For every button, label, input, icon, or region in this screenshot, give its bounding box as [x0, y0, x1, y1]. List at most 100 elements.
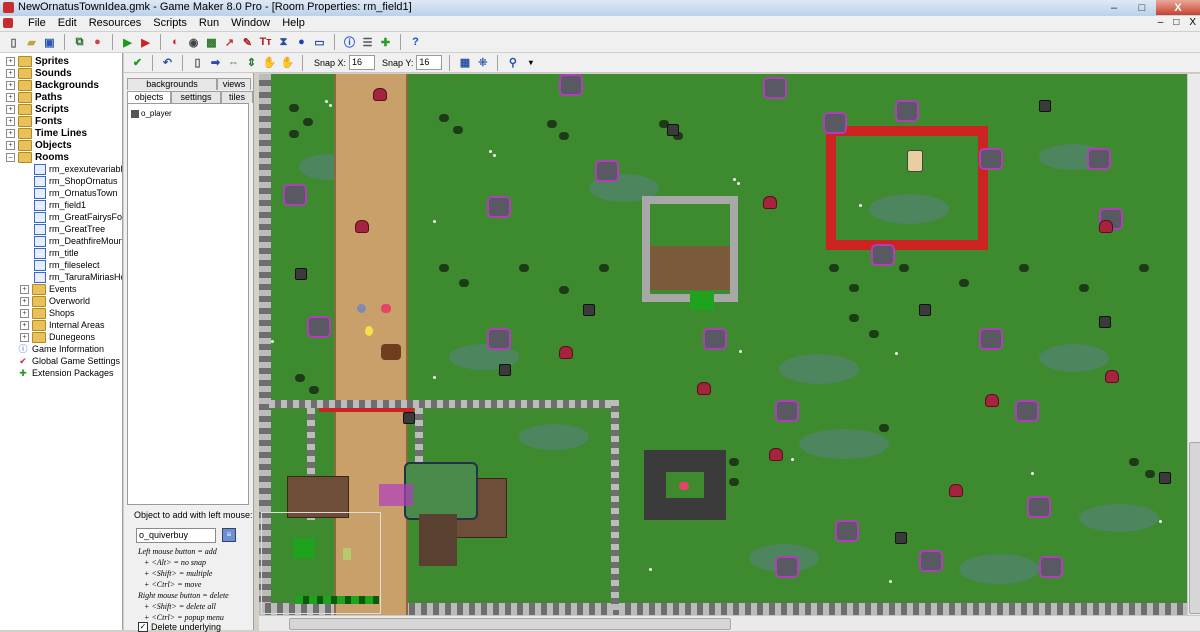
minimize-button[interactable]: – — [1100, 0, 1128, 15]
tree-fonts[interactable]: + Fonts — [6, 115, 62, 127]
tree-global-settings[interactable]: ✔ Global Game Settings — [18, 355, 120, 367]
tree-room-item[interactable]: rm_DeathfireMounta — [34, 235, 122, 247]
tree-scripts[interactable]: + Scripts — [6, 103, 69, 115]
tab-tiles[interactable]: tiles — [221, 91, 253, 103]
tree-game-information[interactable]: ⓘ Game Information — [18, 343, 104, 355]
vertical-scrollbar[interactable] — [1187, 74, 1200, 615]
mdi-restore-button[interactable]: □ — [1173, 17, 1179, 28]
tree-room-item[interactable]: rm_ShopOrnatus — [34, 175, 118, 187]
zoom-icon[interactable]: ⚲ — [505, 55, 520, 70]
tree-sounds[interactable]: + Sounds — [6, 67, 72, 79]
tree-room-item[interactable]: rm_GreatTree — [34, 223, 105, 235]
mdi-close-button[interactable]: X — [1189, 17, 1196, 28]
unlock-instances-icon[interactable]: ✋ — [280, 55, 295, 70]
sound-icon[interactable]: ◉ — [186, 35, 201, 50]
tree-room-item[interactable]: rm_GreatFairysFoun — [34, 211, 122, 223]
tree-sprites[interactable]: + Sprites — [6, 55, 69, 67]
game-info-icon[interactable]: ⓘ — [342, 35, 357, 50]
tree-room-group[interactable]: + Shops — [20, 307, 75, 319]
object-menu-icon[interactable]: ≡ — [222, 528, 236, 542]
document-icon[interactable] — [3, 18, 13, 28]
instance-entry[interactable]: o_player — [131, 109, 172, 118]
create-executable-icon[interactable]: ⧉ — [72, 35, 87, 50]
tree-room-group[interactable]: + Dunegeons — [20, 331, 95, 343]
close-button[interactable]: X — [1156, 0, 1200, 15]
sort-x-icon[interactable]: ⇔ — [226, 55, 241, 70]
iso-grid-icon[interactable]: ⁜ — [475, 55, 490, 70]
extension-icon[interactable]: ✚ — [378, 35, 393, 50]
background-icon[interactable]: ▩ — [204, 35, 219, 50]
folder-icon — [18, 91, 32, 103]
undo-icon[interactable]: ↶ — [160, 55, 175, 70]
room-canvas[interactable] — [259, 74, 1187, 615]
instance-list[interactable]: o_player — [127, 103, 249, 505]
horizontal-scrollbar[interactable] — [259, 615, 1200, 631]
lock-instances-icon[interactable]: ✋ — [262, 55, 277, 70]
sprite-icon[interactable]: ◐ — [168, 35, 183, 50]
tree-room-item[interactable]: rm_exexutevariables — [34, 163, 122, 175]
heart-icon — [381, 304, 391, 313]
shift-icon[interactable]: ➡ — [208, 55, 223, 70]
tree-extension-packages[interactable]: ✚ Extension Packages — [18, 367, 113, 379]
room-icon[interactable]: ▭ — [312, 35, 327, 50]
tree-paths[interactable]: + Paths — [6, 91, 62, 103]
object-to-add-label: Object to add with left mouse: — [134, 510, 253, 520]
object-icon[interactable]: ● — [294, 35, 309, 50]
menu-run[interactable]: Run — [193, 17, 225, 29]
debug-run-icon[interactable]: ▶ — [138, 35, 153, 50]
object-to-add-field[interactable]: o_quiverbuy — [136, 528, 216, 543]
tree-objects[interactable]: + Objects — [6, 139, 72, 151]
tree-backgrounds[interactable]: + Backgrounds — [6, 79, 99, 91]
script-icon[interactable]: ✎ — [240, 35, 255, 50]
tree-room-item[interactable]: rm_OrnatusTown — [34, 187, 118, 199]
menu-help[interactable]: Help — [276, 17, 311, 29]
maximize-button[interactable]: □ — [1128, 0, 1156, 15]
vertical-scroll-thumb[interactable] — [1189, 442, 1200, 614]
global-settings-icon[interactable]: ☰ — [360, 35, 375, 50]
new-file-icon[interactable]: ▯ — [6, 35, 21, 50]
tab-objects[interactable]: objects — [127, 91, 171, 103]
flower — [1031, 472, 1034, 475]
ok-check-icon[interactable]: ✔ — [130, 55, 145, 70]
menu-window[interactable]: Window — [225, 17, 276, 29]
open-folder-icon[interactable]: ▰ — [24, 35, 39, 50]
clear-icon[interactable]: ▯ — [190, 55, 205, 70]
help-text: + <Shift> = delete all — [144, 602, 216, 611]
menu-bar: File Edit Resources Scripts Run Window H… — [0, 16, 1200, 32]
tree-room-item[interactable]: rm_TaruraMiriasHou — [34, 271, 122, 283]
font-icon[interactable]: Tт — [258, 35, 273, 50]
grid-toggle-icon[interactable]: ▦ — [457, 55, 472, 70]
sort-y-icon[interactable]: ⇕ — [244, 55, 259, 70]
tree-room-group[interactable]: + Overworld — [20, 295, 90, 307]
mdi-minimize-button[interactable]: – — [1158, 17, 1164, 28]
path-icon[interactable]: ↗ — [222, 35, 237, 50]
timeline-icon[interactable]: ⧗ — [276, 35, 291, 50]
snap-y-input[interactable]: 16 — [416, 55, 443, 70]
folder-icon — [18, 139, 32, 151]
tree-room-item[interactable]: rm_fileselect — [34, 259, 100, 271]
tree-rooms[interactable]: – Rooms — [6, 151, 69, 163]
tab-views[interactable]: views — [217, 78, 251, 90]
menu-resources[interactable]: Resources — [83, 17, 148, 29]
save-icon[interactable]: ▣ — [42, 35, 57, 50]
resource-tree[interactable]: + Sprites + Sounds + Backgrounds + Paths + Sc… — [0, 53, 123, 630]
publish-icon[interactable]: ● — [90, 35, 105, 50]
menu-file[interactable]: File — [22, 17, 52, 29]
run-icon[interactable]: ▶ — [120, 35, 135, 50]
menu-scripts[interactable]: Scripts — [147, 17, 193, 29]
chevron-down-icon[interactable]: ▾ — [523, 55, 538, 70]
tree-room-group[interactable]: + Internal Areas — [20, 319, 105, 331]
tab-backgrounds[interactable]: backgrounds — [127, 78, 217, 90]
delete-underlying-checkbox[interactable]: ✓ Delete underlying — [138, 622, 221, 632]
menu-edit[interactable]: Edit — [52, 17, 83, 29]
flower — [649, 568, 652, 571]
tree-room-group[interactable]: + Events — [20, 283, 77, 295]
snap-x-input[interactable]: 16 — [349, 55, 376, 70]
help-icon[interactable]: ? — [408, 35, 423, 50]
tree-timelines[interactable]: + Time Lines — [6, 127, 87, 139]
water-puddle — [519, 424, 589, 450]
tree-room-item[interactable]: rm_title — [34, 247, 79, 259]
tree-room-item[interactable]: rm_field1 — [34, 199, 86, 211]
horizontal-scroll-thumb[interactable] — [289, 618, 731, 630]
tab-settings[interactable]: settings — [171, 91, 221, 103]
